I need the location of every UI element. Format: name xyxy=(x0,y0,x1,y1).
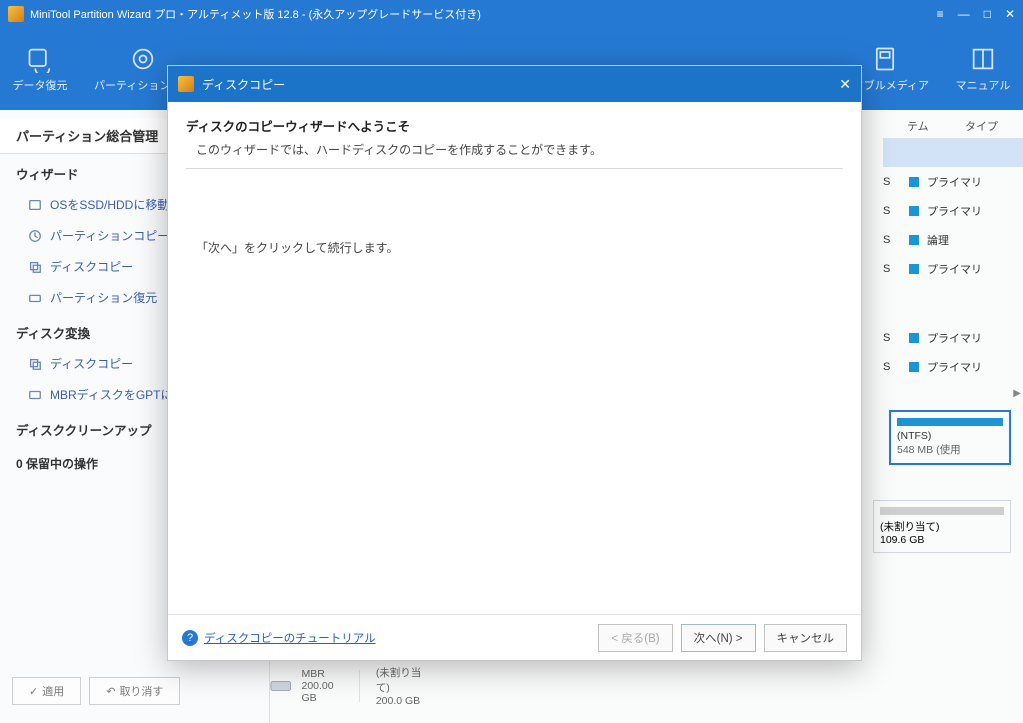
dialog-titlebar: ディスクコピー ✕ xyxy=(168,66,861,102)
hdd-icon xyxy=(270,676,291,696)
action-bar: ✓適用 ↶取り消す xyxy=(12,677,180,705)
disk-card-ntfs[interactable]: (NTFS) 548 MB (使用 xyxy=(889,410,1011,465)
usage-bar xyxy=(880,507,1004,515)
type-swatch xyxy=(909,264,919,274)
recovery-icon xyxy=(28,291,42,305)
partition-recovery-icon xyxy=(129,45,157,73)
toolbar-label: マニュアル xyxy=(956,77,1011,93)
disk-card-unalloc[interactable]: (未割り当て) 109.6 GB xyxy=(873,500,1011,553)
data-recovery-icon xyxy=(26,45,54,73)
tutorial-link[interactable]: ? ディスクコピーのチュートリアル xyxy=(182,630,376,646)
cancel-button[interactable]: キャンセル xyxy=(764,624,848,652)
titlebar: MiniTool Partition Wizard プロ・アルティメット版 12… xyxy=(0,0,1023,28)
scroll-right-icon[interactable]: ▶ xyxy=(1013,388,1021,399)
dialog-heading: ディスクのコピーウィザードへようこそ xyxy=(186,116,843,135)
manual-icon xyxy=(969,45,997,73)
dialog-body: ディスクのコピーウィザードへようこそ このウィザードでは、ハードディスクのコピー… xyxy=(168,102,861,614)
table-row[interactable]: Sプライマリ xyxy=(883,323,1023,352)
window-controls: ≡ — □ ✕ xyxy=(937,7,1015,21)
dialog-subtext: このウィザードでは、ハードディスクのコピーを作成することができます。 xyxy=(196,141,843,158)
type-swatch xyxy=(909,333,919,343)
disk-copy-dialog: ディスクコピー ✕ ディスクのコピーウィザードへようこそ このウィザードでは、ハ… xyxy=(167,65,862,661)
clock-icon xyxy=(28,229,42,243)
app-icon xyxy=(8,6,24,22)
disk-free: 200.0 GB xyxy=(376,695,425,707)
toolbar-data-recovery[interactable]: データ復元 xyxy=(10,45,70,93)
undo-icon: ↶ xyxy=(106,685,115,698)
dialog-instruction: 「次へ」をクリックして続行します。 xyxy=(196,239,843,256)
sidebar-item-label: ディスクコピー xyxy=(50,258,133,275)
disk-state: (未割り当て) xyxy=(376,665,425,695)
table-row[interactable]: Sプライマリ xyxy=(883,352,1023,381)
usage-bar xyxy=(897,418,1003,426)
disk-info-bottom: MBR 200.00 GB (未割り当て) 200.0 GB xyxy=(270,665,425,707)
menu-icon[interactable]: ≡ xyxy=(937,7,944,21)
sidebar-item-label: OSをSSD/HDDに移動 xyxy=(50,196,169,213)
table-row[interactable]: Sプライマリ xyxy=(883,196,1023,225)
sidebar-item-label: MBRディスクをGPTに xyxy=(50,386,173,403)
type-swatch xyxy=(909,206,919,216)
disk-type: MBR xyxy=(301,668,343,680)
migrate-icon xyxy=(28,198,42,212)
type-swatch xyxy=(909,235,919,245)
close-icon[interactable]: ✕ xyxy=(1005,7,1015,21)
disk-map-right: (NTFS) 548 MB (使用 xyxy=(889,410,1011,471)
toolbar-manual[interactable]: マニュアル xyxy=(953,45,1013,93)
col-system: テム xyxy=(897,113,955,139)
back-button: < 戻る(B) xyxy=(598,624,672,652)
table-body: Sプライマリ Sプライマリ S論理 Sプライマリ Sプライマリ Sプライマリ ▶ xyxy=(883,138,1023,381)
type-swatch xyxy=(909,177,919,187)
undo-button[interactable]: ↶取り消す xyxy=(89,677,180,705)
table-row[interactable] xyxy=(883,138,1023,167)
sidebar-item-label: パーティション復元 xyxy=(50,289,157,306)
table-row[interactable]: S論理 xyxy=(883,225,1023,254)
disk-map-right-2: (未割り当て) 109.6 GB xyxy=(873,500,1011,553)
help-icon: ? xyxy=(182,630,198,646)
sidebar-item-label: パーティションコピー xyxy=(50,227,169,244)
disk-capacity: 200.00 GB xyxy=(301,680,343,704)
sidebar-item-label: ディスクコピー xyxy=(50,355,133,372)
table-row[interactable]: Sプライマリ xyxy=(883,254,1023,283)
table-row[interactable]: Sプライマリ xyxy=(883,167,1023,196)
dialog-title-text: ディスクコピー xyxy=(202,76,839,93)
media-icon xyxy=(871,45,899,73)
dialog-close-icon[interactable]: ✕ xyxy=(839,76,851,93)
window-title: MiniTool Partition Wizard プロ・アルティメット版 12… xyxy=(30,6,937,22)
copy-icon xyxy=(28,357,42,371)
dialog-footer: ? ディスクコピーのチュートリアル < 戻る(B) 次へ(N) > キャンセル xyxy=(168,614,861,660)
apply-button[interactable]: ✓適用 xyxy=(12,677,81,705)
divider xyxy=(186,168,843,169)
convert-icon xyxy=(28,388,42,402)
table-header: テム タイプ xyxy=(897,113,1023,139)
minimize-icon[interactable]: — xyxy=(958,7,970,21)
dialog-icon xyxy=(178,76,194,92)
toolbar-label: データ復元 xyxy=(13,77,68,93)
type-swatch xyxy=(909,362,919,372)
copy-icon xyxy=(28,260,42,274)
next-button[interactable]: 次へ(N) > xyxy=(681,624,756,652)
check-icon: ✓ xyxy=(29,685,38,698)
maximize-icon[interactable]: □ xyxy=(984,7,991,21)
col-type: タイプ xyxy=(955,113,1023,139)
